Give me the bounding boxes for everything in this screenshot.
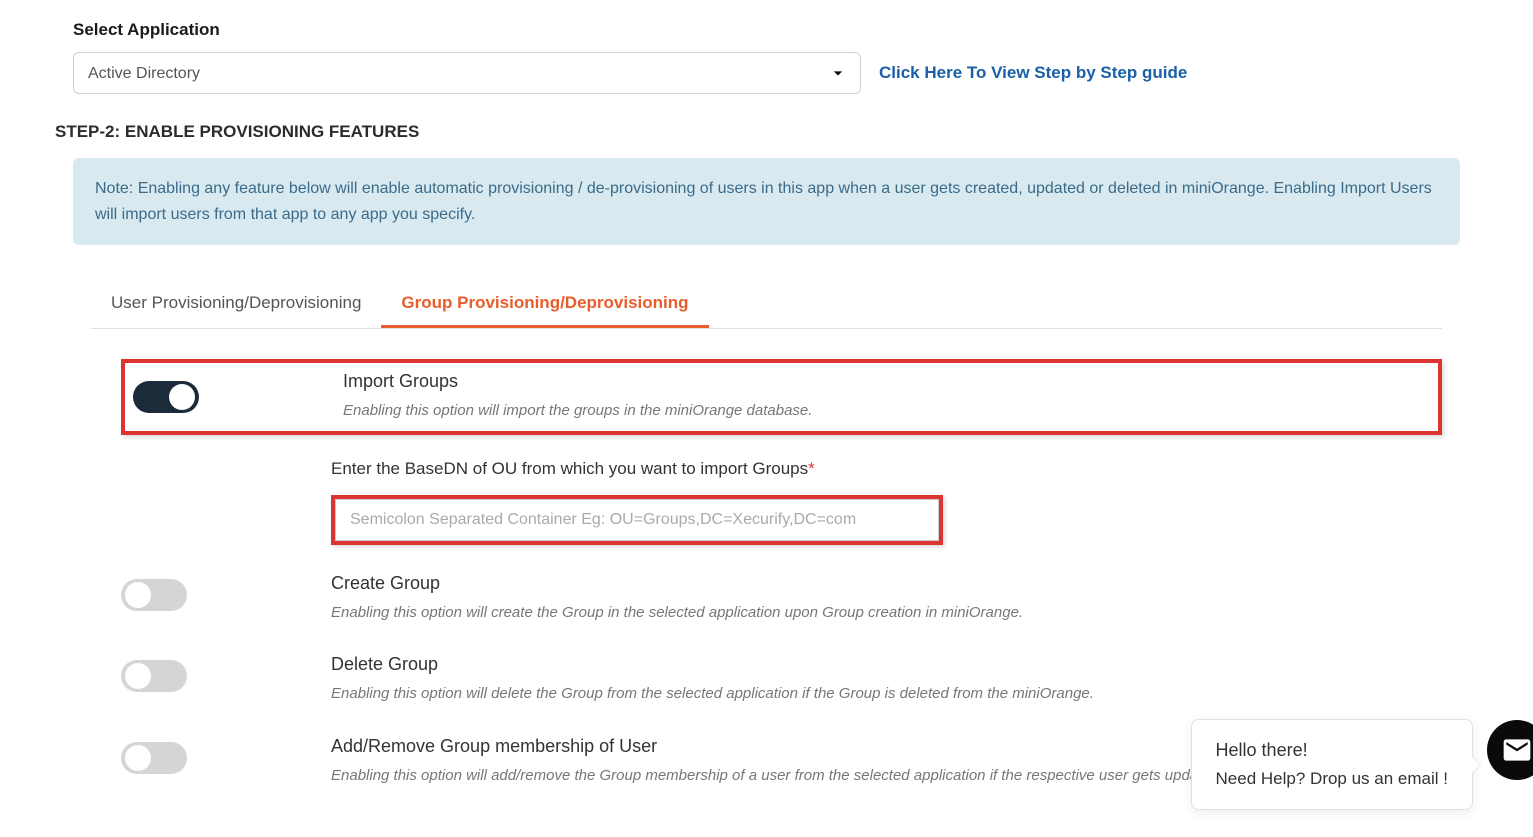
application-select[interactable]: Active Directory [73,52,861,94]
chat-help-text: Need Help? Drop us an email ! [1216,769,1448,789]
chat-widget: Hello there! Need Help? Drop us an email… [1191,719,1473,810]
chat-greeting: Hello there! [1216,740,1448,761]
delete-group-title: Delete Group [331,654,1442,675]
membership-toggle[interactable] [121,742,187,774]
chat-bubble[interactable]: Hello there! Need Help? Drop us an email… [1191,719,1473,810]
delete-group-desc: Enabling this option will delete the Gro… [331,683,1442,706]
import-groups-toggle[interactable] [133,381,199,413]
step-2-title: STEP-2: ENABLE PROVISIONING FEATURES [55,122,1478,142]
provisioning-tabs: User Provisioning/Deprovisioning Group P… [91,281,1442,329]
toggle-knob [125,582,151,608]
basedn-label: Enter the BaseDN of OU from which you wa… [331,459,1442,479]
tab-group-provisioning[interactable]: Group Provisioning/Deprovisioning [381,281,708,328]
import-groups-desc: Enabling this option will import the gro… [343,400,1430,423]
import-groups-title: Import Groups [343,371,1430,392]
toggle-knob [125,745,151,771]
tab-user-provisioning[interactable]: User Provisioning/Deprovisioning [91,281,381,328]
create-group-desc: Enabling this option will create the Gro… [331,602,1442,625]
toggle-knob [125,663,151,689]
select-application-label: Select Application [73,20,1478,40]
import-groups-highlight: Import Groups Enabling this option will … [121,359,1442,435]
basedn-input[interactable] [335,499,939,541]
basedn-input-highlight [331,495,943,545]
create-group-toggle[interactable] [121,579,187,611]
step-guide-link[interactable]: Click Here To View Step by Step guide [879,63,1187,83]
mail-icon [1501,734,1533,766]
create-group-title: Create Group [331,573,1442,594]
required-asterisk: * [808,459,815,478]
delete-group-toggle[interactable] [121,660,187,692]
toggle-knob [169,384,195,410]
info-note: Note: Enabling any feature below will en… [73,158,1460,245]
